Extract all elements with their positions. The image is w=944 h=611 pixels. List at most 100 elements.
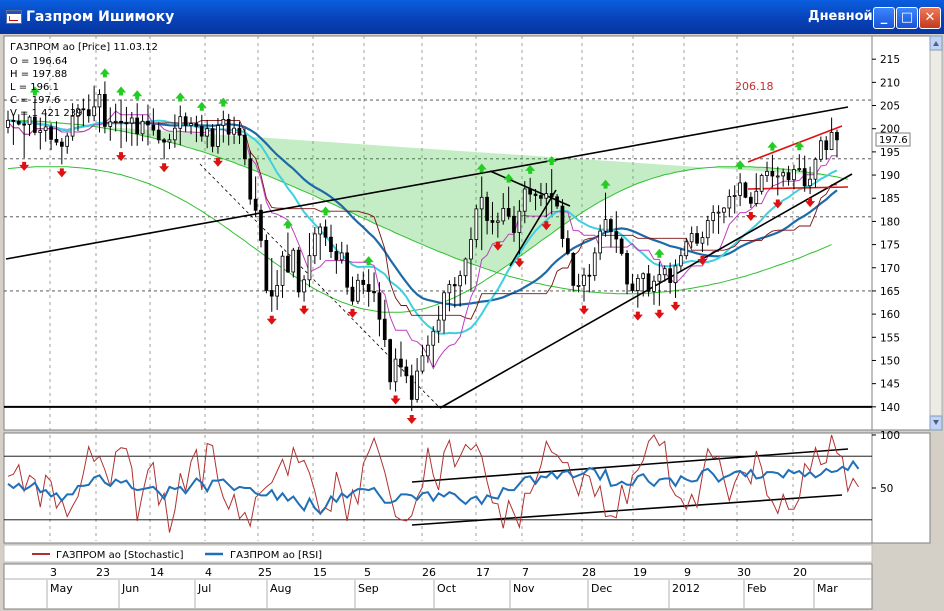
minimize-button[interactable]: _: [873, 7, 895, 29]
candle[interactable]: [388, 339, 393, 383]
candle[interactable]: [792, 169, 796, 181]
candle[interactable]: [630, 283, 635, 291]
candle[interactable]: [522, 188, 527, 212]
candle[interactable]: [162, 139, 166, 143]
candle[interactable]: [146, 120, 150, 126]
candle[interactable]: [495, 220, 500, 223]
candle[interactable]: [318, 226, 323, 235]
candle[interactable]: [11, 120, 16, 122]
candle[interactable]: [614, 231, 619, 240]
candle[interactable]: [377, 292, 382, 320]
candle[interactable]: [135, 117, 139, 135]
chart-app-icon[interactable]: [6, 10, 22, 24]
candle[interactable]: [291, 249, 296, 273]
candle[interactable]: [302, 279, 306, 293]
candle[interactable]: [415, 370, 419, 400]
candle[interactable]: [382, 318, 387, 341]
candle[interactable]: [38, 130, 43, 133]
candle[interactable]: [124, 122, 129, 125]
candle[interactable]: [329, 236, 333, 252]
candle[interactable]: [103, 94, 107, 127]
candle[interactable]: [517, 210, 522, 233]
candle[interactable]: [253, 198, 258, 211]
candle[interactable]: [711, 212, 716, 221]
candle[interactable]: [506, 207, 511, 217]
candle[interactable]: [33, 116, 37, 133]
candle[interactable]: [533, 193, 538, 196]
candle[interactable]: [749, 196, 753, 204]
candle[interactable]: [808, 178, 812, 187]
candle[interactable]: [264, 239, 269, 291]
candle[interactable]: [232, 127, 236, 135]
candle[interactable]: [463, 258, 468, 277]
candle[interactable]: [49, 126, 53, 140]
candle[interactable]: [393, 358, 398, 383]
candle[interactable]: [560, 205, 565, 239]
candle[interactable]: [54, 139, 59, 143]
candle[interactable]: [512, 215, 516, 233]
candle[interactable]: [119, 120, 123, 124]
candle[interactable]: [409, 375, 414, 400]
candle[interactable]: [194, 123, 199, 127]
candle[interactable]: [598, 230, 603, 254]
candle[interactable]: [226, 119, 231, 135]
candle[interactable]: [759, 175, 764, 192]
candle[interactable]: [286, 255, 290, 273]
candle[interactable]: [835, 132, 839, 141]
candle[interactable]: [436, 319, 441, 332]
candle[interactable]: [242, 134, 247, 160]
candle[interactable]: [722, 207, 726, 213]
candle[interactable]: [420, 355, 425, 372]
candle[interactable]: [97, 94, 102, 108]
candle[interactable]: [366, 284, 371, 292]
candle[interactable]: [259, 209, 263, 241]
candle[interactable]: [819, 140, 823, 160]
candle[interactable]: [442, 292, 446, 321]
chart-area[interactable]: 1401451501551601651701751801851901952002…: [0, 34, 944, 611]
candle[interactable]: [43, 126, 48, 132]
candle[interactable]: [334, 251, 339, 261]
candle[interactable]: [636, 277, 640, 291]
candle[interactable]: [339, 252, 344, 261]
candle[interactable]: [178, 116, 183, 129]
candle[interactable]: [323, 226, 328, 238]
close-button[interactable]: ✕: [919, 7, 941, 29]
candle[interactable]: [140, 120, 145, 135]
candle[interactable]: [108, 121, 113, 127]
candle[interactable]: [404, 366, 409, 377]
candle[interactable]: [237, 127, 242, 136]
candle[interactable]: [587, 274, 592, 277]
candle[interactable]: [716, 211, 721, 214]
candle[interactable]: [501, 207, 506, 222]
candle[interactable]: [727, 195, 732, 209]
candle[interactable]: [156, 129, 161, 141]
candle[interactable]: [770, 170, 775, 177]
candle[interactable]: [571, 252, 576, 286]
candle[interactable]: [754, 190, 759, 204]
candle[interactable]: [22, 123, 27, 126]
candle[interactable]: [6, 120, 10, 128]
candle[interactable]: [296, 249, 301, 293]
candle[interactable]: [813, 158, 818, 180]
candle[interactable]: [469, 239, 473, 260]
candle[interactable]: [345, 252, 350, 288]
candle[interactable]: [566, 238, 570, 254]
candle[interactable]: [673, 265, 678, 283]
candle[interactable]: [312, 233, 317, 257]
candle[interactable]: [189, 123, 193, 126]
candle[interactable]: [781, 172, 786, 177]
candle[interactable]: [775, 175, 780, 178]
candle[interactable]: [619, 238, 624, 254]
candle[interactable]: [479, 196, 484, 210]
candle[interactable]: [582, 274, 586, 286]
candle[interactable]: [592, 252, 597, 276]
candle[interactable]: [425, 344, 430, 357]
candle[interactable]: [205, 128, 209, 137]
candle[interactable]: [458, 275, 463, 287]
candle[interactable]: [275, 284, 280, 297]
candle[interactable]: [16, 120, 21, 125]
candle[interactable]: [485, 196, 489, 221]
candle[interactable]: [786, 172, 791, 181]
candle[interactable]: [603, 219, 608, 232]
candle[interactable]: [167, 139, 172, 143]
